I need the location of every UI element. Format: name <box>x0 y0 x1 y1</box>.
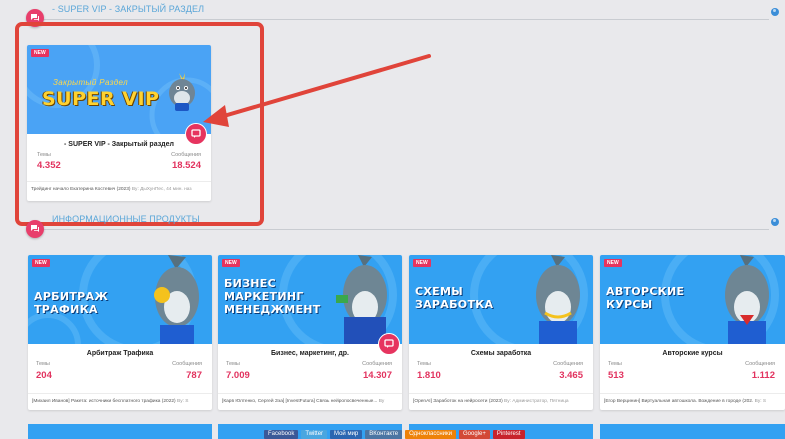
section-divider <box>40 19 769 20</box>
forum-name[interactable]: Авторские курсы <box>600 350 785 357</box>
banner-title: БИЗНЕС МАРКЕТИНГ МЕНЕДЖМЕНТ <box>224 277 321 316</box>
posts-label: Сообщения <box>362 361 392 367</box>
share-mymir[interactable]: Мой мир <box>330 430 363 439</box>
topics-label: Темы <box>608 361 622 367</box>
last-post-author: By: S <box>177 399 189 404</box>
posts-count: 14.307 <box>362 370 392 381</box>
share-pinterest[interactable]: Pinterest <box>492 430 525 439</box>
topics-count: 1.810 <box>417 370 441 381</box>
topics-count: 7.009 <box>226 370 250 381</box>
share-vk[interactable]: ВКонтакте <box>365 430 403 439</box>
section-title[interactable]: ИНФОРМАЦИОННЫЕ ПРОДУКТЫ <box>52 214 200 224</box>
forum-card[interactable]: АРБИТРАЖ ТРАФИКА NEW Арбитраж Трафика Те… <box>28 255 212 410</box>
last-post-author: By: S <box>754 399 767 404</box>
section-header-info: ИНФОРМАЦИОННЫЕ ПРОДУКТЫ <box>0 210 785 238</box>
topics-label: Темы <box>36 361 50 367</box>
topics-label: Темы <box>226 361 240 367</box>
banner-title: СХЕМЫ ЗАРАБОТКА <box>415 285 494 311</box>
section-title[interactable]: - SUPER VIP - ЗАКРЫТЫЙ РАЗДЕЛ <box>52 4 204 14</box>
new-badge: NEW <box>604 259 622 267</box>
new-badge: NEW <box>413 259 431 267</box>
shark-mascot-icon <box>536 255 580 344</box>
last-post-title[interactable]: [Михаил Иванов] Ракета: источники беспла… <box>32 399 176 404</box>
last-post-title[interactable]: [Егор Верцинин] Виртуальная автошкола. В… <box>604 399 753 404</box>
card-banner: АРБИТРАЖ ТРАФИКА <box>28 255 212 344</box>
collapse-icon[interactable] <box>771 8 779 16</box>
last-post[interactable]: [OpenAI] Заработок на нейросети (2023) B… <box>409 393 593 409</box>
forum-name[interactable]: Бизнес, маркетинг, др. <box>218 350 402 357</box>
share-facebook[interactable]: Facebook <box>264 430 299 439</box>
posts-label: Сообщения <box>745 361 775 367</box>
last-post-author: By: Администратор, Пятница <box>504 399 569 404</box>
share-google[interactable]: Google+ <box>459 430 490 439</box>
card-banner: АВТОРСКИЕ КУРСЫ <box>600 255 785 344</box>
posts-label: Сообщения <box>553 361 583 367</box>
share-bar: Facebook Twitter Мой мир ВКонтакте Однок… <box>264 430 696 439</box>
shark-mascot-icon <box>154 255 199 344</box>
card-banner: СХЕМЫ ЗАРАБОТКА <box>409 255 593 344</box>
banner-title: АРБИТРАЖ ТРАФИКА <box>34 290 109 316</box>
posts-count: 787 <box>186 370 202 381</box>
last-post-title[interactable]: [Карв Юлтенко, Сергей Зэа] [InvestFutura… <box>222 399 377 404</box>
red-arrow <box>203 54 431 127</box>
new-badge: NEW <box>32 259 50 267</box>
banner-title: АВТОРСКИЕ КУРСЫ <box>606 285 685 311</box>
forum-card[interactable]: СХЕМЫ ЗАРАБОТКА NEW Схемы заработка Темы… <box>409 255 593 410</box>
topics-count: 204 <box>36 370 52 381</box>
shark-mascot-icon <box>725 255 769 344</box>
forum-name[interactable]: Арбитраж Трафика <box>28 350 212 357</box>
posts-label: Сообщения <box>172 361 202 367</box>
share-twitter[interactable]: Twitter <box>301 430 328 439</box>
new-badge: NEW <box>222 259 240 267</box>
section-header-vip: - SUPER VIP - ЗАКРЫТЫЙ РАЗДЕЛ <box>0 0 785 27</box>
card-banner: БИЗНЕС МАРКЕТИНГ МЕНЕДЖМЕНТ <box>218 255 402 344</box>
collapse-icon[interactable] <box>771 218 779 226</box>
forum-card[interactable]: АВТОРСКИЕ КУРСЫ NEW Авторские курсы Темы… <box>600 255 785 410</box>
share-ok[interactable]: Одноклассники <box>405 430 456 439</box>
shark-mascot-icon <box>336 255 387 344</box>
last-post[interactable]: [Егор Верцинин] Виртуальная автошкола. В… <box>600 393 785 409</box>
chat-icon <box>26 220 44 238</box>
card-banner-partial <box>28 424 212 439</box>
last-post[interactable]: [Михаил Иванов] Ракета: источники беспла… <box>28 393 212 409</box>
section-divider <box>40 229 769 230</box>
last-post-title[interactable]: [OpenAI] Заработок на нейросети (2023) <box>413 399 503 404</box>
posts-count: 1.112 <box>751 370 775 381</box>
forum-card[interactable]: БИЗНЕС МАРКЕТИНГ МЕНЕДЖМЕНТ NEW Бизнес, … <box>218 255 402 410</box>
topics-count: 513 <box>608 370 624 381</box>
posts-count: 3.465 <box>559 370 583 381</box>
last-post[interactable]: [Карв Юлтенко, Сергей Зэа] [InvestFutura… <box>218 393 402 409</box>
last-post-author: By <box>378 399 385 404</box>
topics-label: Темы <box>417 361 431 367</box>
forum-name[interactable]: Схемы заработка <box>409 350 593 357</box>
